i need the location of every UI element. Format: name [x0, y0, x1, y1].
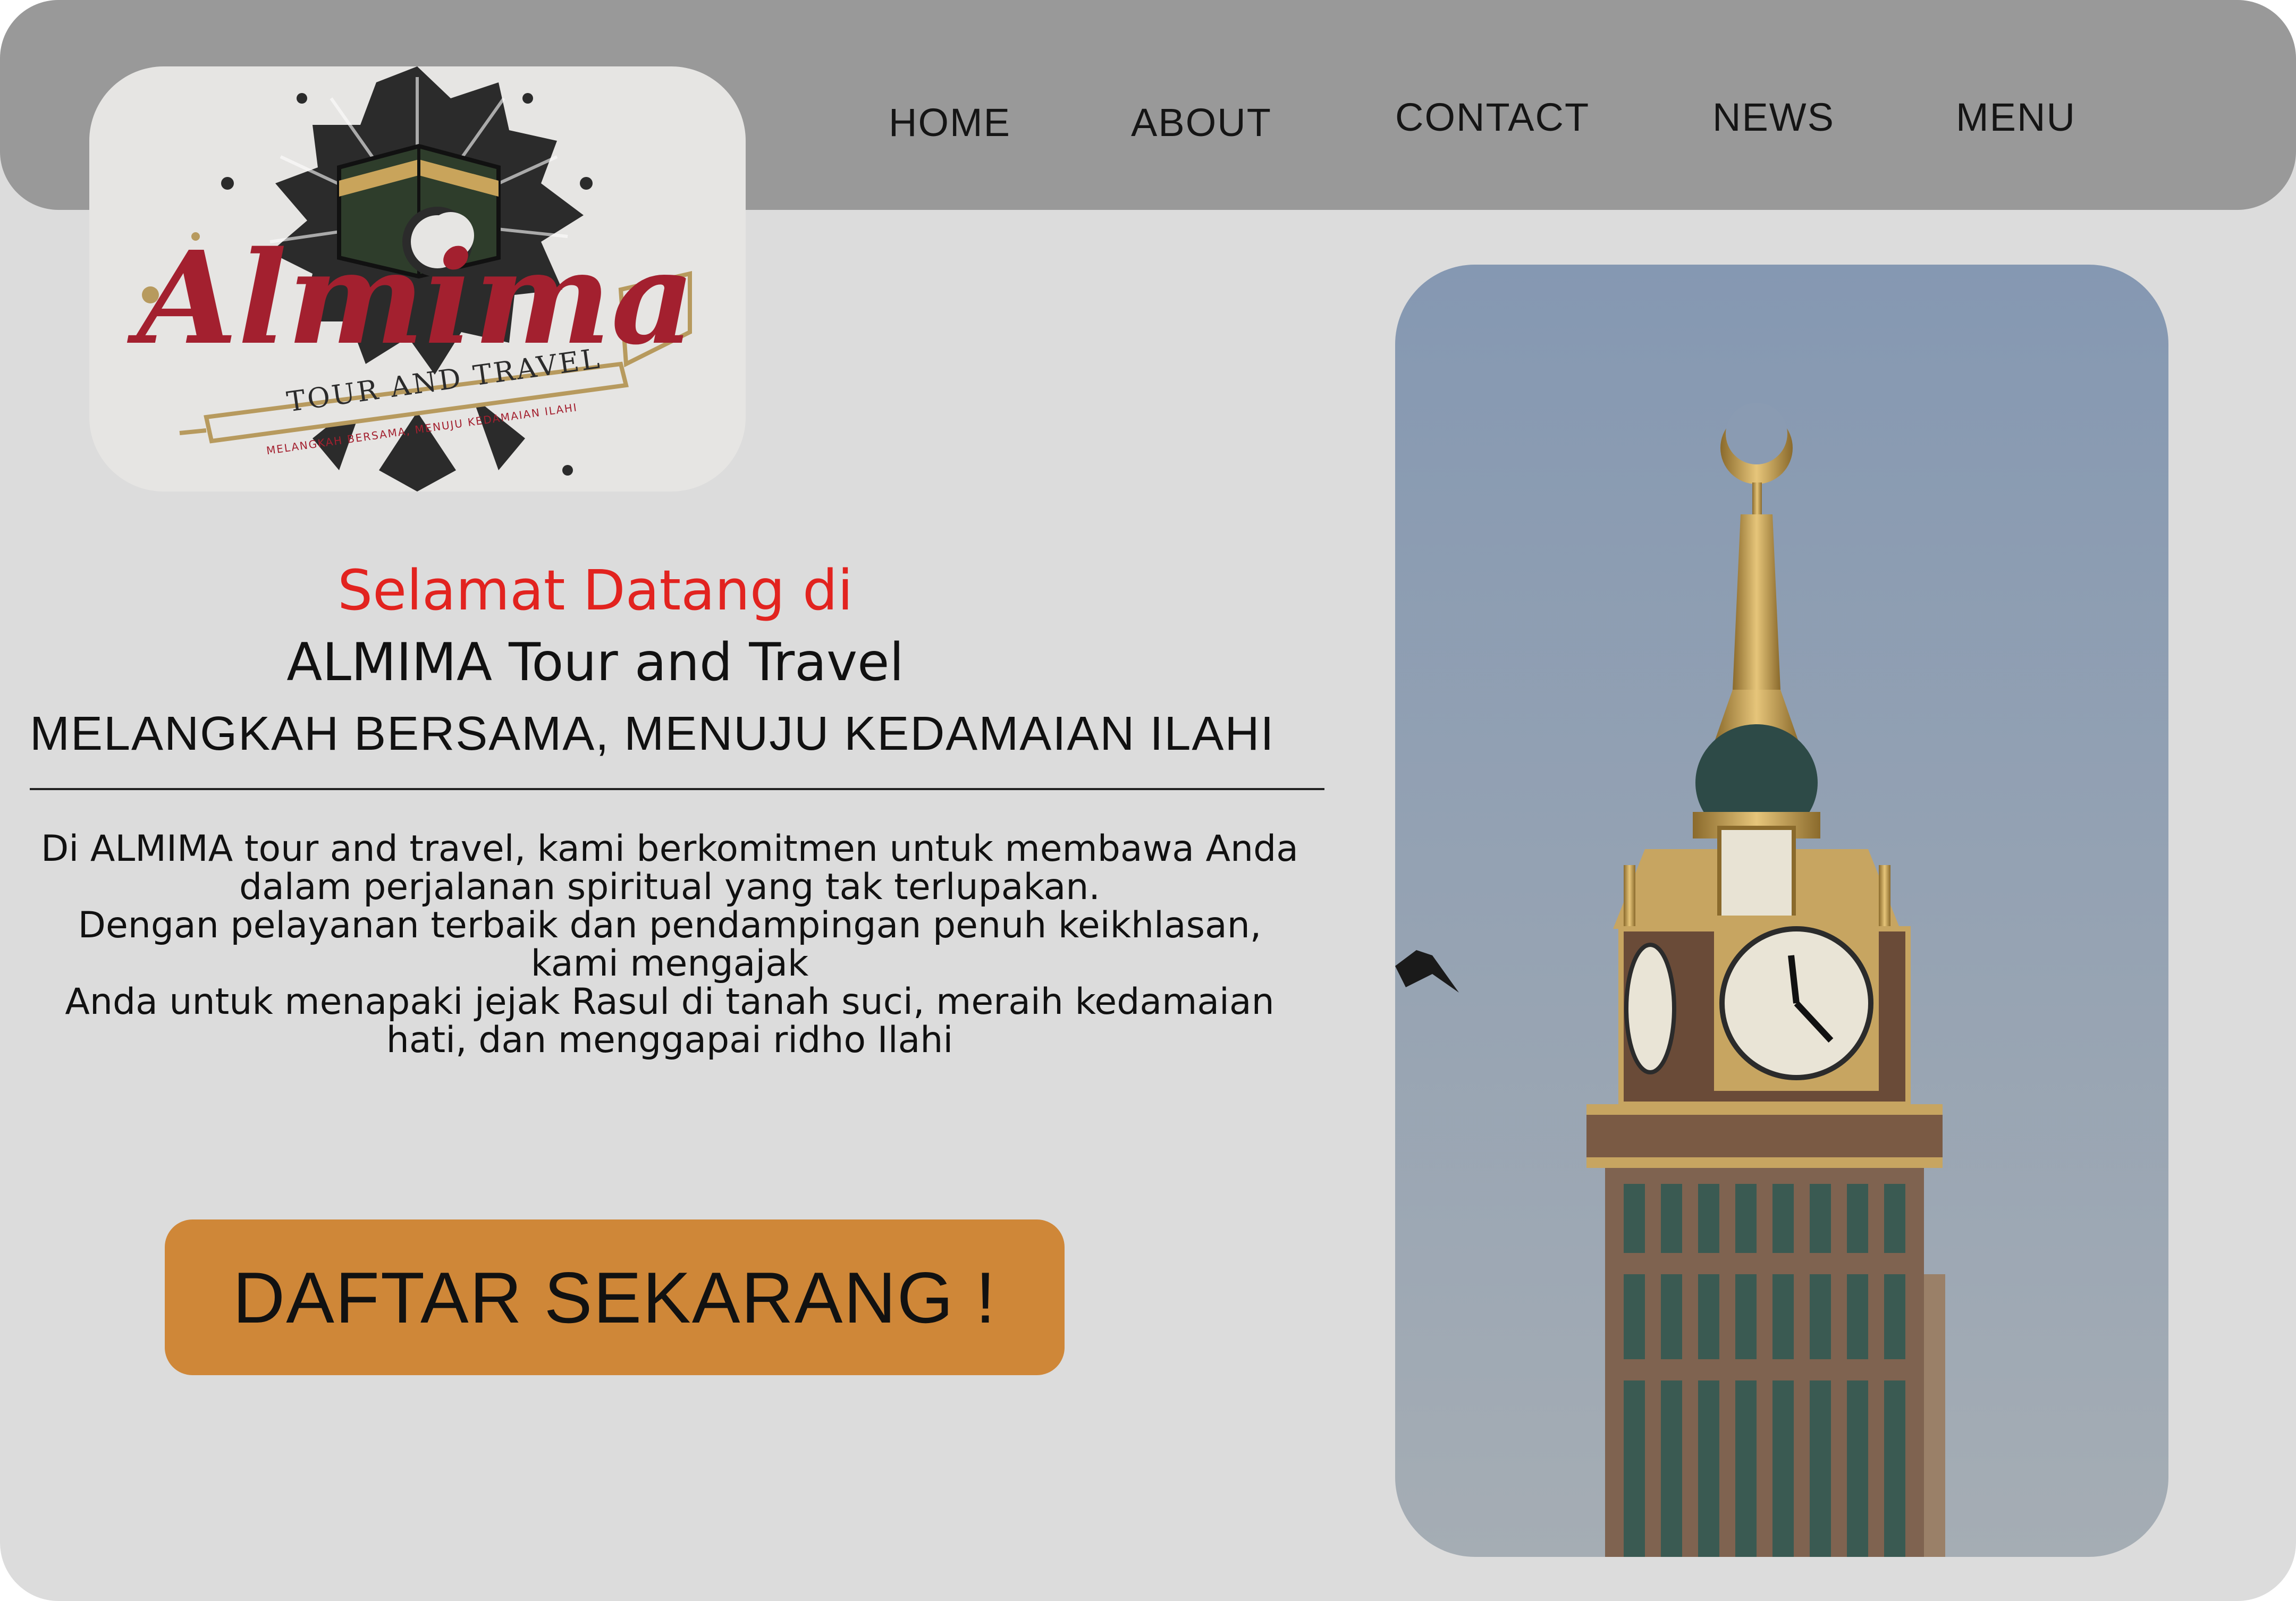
divider [30, 788, 1324, 790]
company-logo[interactable]: Almima TOUR AND TRAVEL MELANGKAH BERSAMA… [89, 66, 746, 492]
nav-menu-link[interactable]: MENU [1956, 95, 2076, 140]
nav-home-link[interactable]: HOME [889, 100, 1011, 145]
logo-graphic: Almima TOUR AND TRAVEL MELANGKAH BERSAMA… [127, 66, 695, 492]
clock-tower-photo [1395, 265, 2168, 1557]
nav-about-link[interactable]: ABOUT [1131, 100, 1272, 145]
tagline-heading: MELANGKAH BERSAMA, MENUJU KEDAMAIAN ILAH… [30, 707, 1275, 760]
nav-news-link[interactable]: NEWS [1712, 95, 1835, 140]
page: HOME ABOUT CONTACT NEWS MENU Almima TOUR… [0, 0, 2296, 1601]
clock-face-icon [1714, 916, 1879, 1091]
logo-brand-text: Almima [127, 223, 695, 373]
company-name-heading: ALMIMA Tour and Travel [286, 632, 904, 693]
description-paragraph: Di ALMIMA tour and travel, kami berkomit… [41, 828, 1298, 1061]
clock-tower-image [1395, 265, 2168, 1557]
register-now-button[interactable]: DAFTAR SEKARANG ! [165, 1219, 1065, 1375]
welcome-heading: Selamat Datang di [337, 558, 853, 623]
nav-contact-link[interactable]: CONTACT [1395, 95, 1590, 140]
